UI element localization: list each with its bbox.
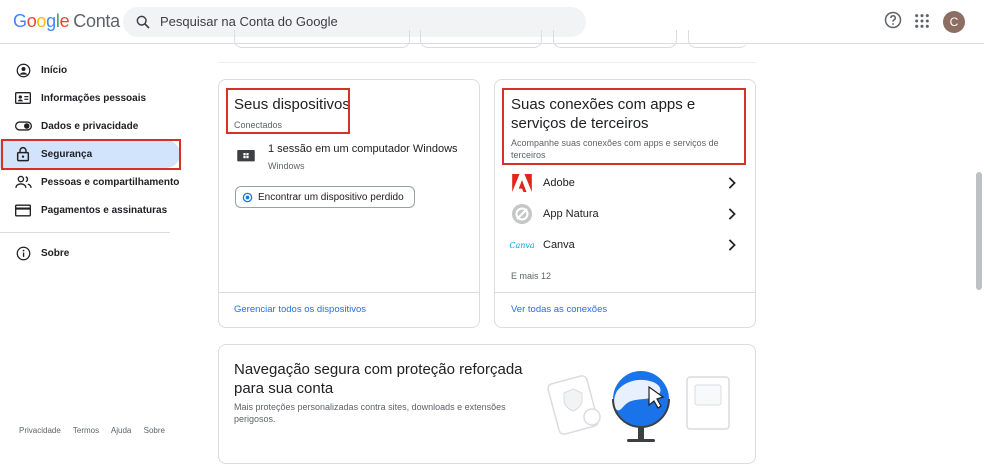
- sidebar-item-informacoes-pessoais[interactable]: Informações pessoais: [0, 84, 190, 112]
- footer-link-ajuda[interactable]: Ajuda: [111, 426, 131, 435]
- chevron-right-icon[interactable]: [727, 208, 737, 220]
- sidebar-item-pessoas-compartilhamento[interactable]: Pessoas e compartilhamento: [0, 168, 190, 196]
- device-session-text[interactable]: 1 sessão em um computador Windows: [268, 143, 458, 155]
- chevron-right-icon[interactable]: [727, 239, 737, 251]
- safe-browsing-card[interactable]: Navegação segura com proteção reforçada …: [218, 344, 756, 464]
- find-device-label: Encontrar um dispositivo perdido: [258, 191, 404, 203]
- highlight-box: [502, 88, 746, 165]
- product-name: Conta: [73, 11, 120, 31]
- app-name: App Natura: [543, 208, 599, 220]
- partial-chip[interactable]: [234, 30, 410, 48]
- manage-devices-link[interactable]: Gerenciar todos os dispositivos: [234, 304, 366, 315]
- app-row-app-natura[interactable]: App Natura: [511, 203, 741, 225]
- apps-grid-icon[interactable]: [914, 13, 930, 29]
- highlight-box: [226, 88, 350, 134]
- find-device-button[interactable]: Encontrar um dispositivo perdido: [235, 186, 415, 208]
- chevron-right-icon[interactable]: [727, 177, 737, 189]
- section-divider: [218, 62, 756, 63]
- help-icon[interactable]: [884, 11, 902, 29]
- sidebar-item-label: Informações pessoais: [41, 92, 147, 104]
- sidebar-item-label: Sobre: [41, 247, 70, 259]
- sidebar-divider: [0, 232, 170, 233]
- toggle-icon: [14, 121, 32, 131]
- footer-link-privacidade[interactable]: Privacidade: [19, 426, 61, 435]
- safe-browsing-description: Mais proteções personalizadas contra sit…: [234, 402, 506, 424]
- credit-card-icon: [15, 204, 31, 216]
- see-all-connections-link[interactable]: Ver todas as conexões: [511, 304, 607, 315]
- sidebar-item-label: Início: [41, 64, 68, 76]
- sidebar-item-pagamentos-assinaturas[interactable]: Pagamentos e assinaturas: [0, 196, 190, 224]
- sidebar-item-sobre[interactable]: Sobre: [0, 239, 190, 267]
- device-os: Windows: [268, 161, 305, 171]
- sidebar-item-label: Pagamentos e assinaturas: [41, 204, 168, 216]
- info-icon: [16, 246, 30, 260]
- google-account-logo[interactable]: Google Conta: [13, 11, 120, 32]
- app-row-adobe[interactable]: Adobe: [511, 172, 741, 194]
- computer-icon: [237, 150, 255, 162]
- footer-link-termos[interactable]: Termos: [73, 426, 99, 435]
- home-icon: [16, 63, 30, 77]
- people-icon: [14, 175, 32, 188]
- card-divider: [495, 292, 755, 293]
- sidebar-item-label: Pessoas e compartilhamento: [41, 176, 180, 188]
- highlight-box: [1, 139, 181, 170]
- google-wordmark: Google: [13, 11, 70, 31]
- sidebar-item-inicio[interactable]: Início: [0, 56, 190, 84]
- partial-chip[interactable]: [688, 30, 748, 48]
- id-card-icon: [15, 92, 31, 104]
- search-icon: [136, 15, 150, 29]
- sidebar-item-label: Dados e privacidade: [41, 120, 139, 132]
- natura-logo-icon: [512, 204, 532, 224]
- app-row-canva[interactable]: Canva Canva: [509, 234, 741, 256]
- safe-browsing-illustration: [547, 371, 730, 442]
- search-placeholder: Pesquisar na Conta do Google: [160, 14, 338, 29]
- safe-browsing-title: Navegação segura com proteção reforçada …: [234, 361, 523, 397]
- avatar[interactable]: C: [943, 11, 965, 33]
- more-apps-count: E mais 12: [511, 271, 552, 281]
- canva-logo-icon: Canva: [509, 240, 535, 250]
- sidebar-item-dados-privacidade[interactable]: Dados e privacidade: [0, 112, 190, 140]
- footer-links: Privacidade Termos Ajuda Sobre: [19, 426, 175, 435]
- scrollbar-thumb[interactable]: [976, 172, 982, 290]
- app-name: Adobe: [543, 177, 575, 189]
- target-icon: [242, 192, 253, 202]
- footer-link-sobre[interactable]: Sobre: [144, 426, 165, 435]
- partial-chip[interactable]: [420, 30, 542, 48]
- app-name: Canva: [543, 239, 575, 251]
- card-divider: [219, 292, 479, 293]
- adobe-logo-icon: [512, 174, 532, 192]
- partial-chip[interactable]: [553, 30, 677, 48]
